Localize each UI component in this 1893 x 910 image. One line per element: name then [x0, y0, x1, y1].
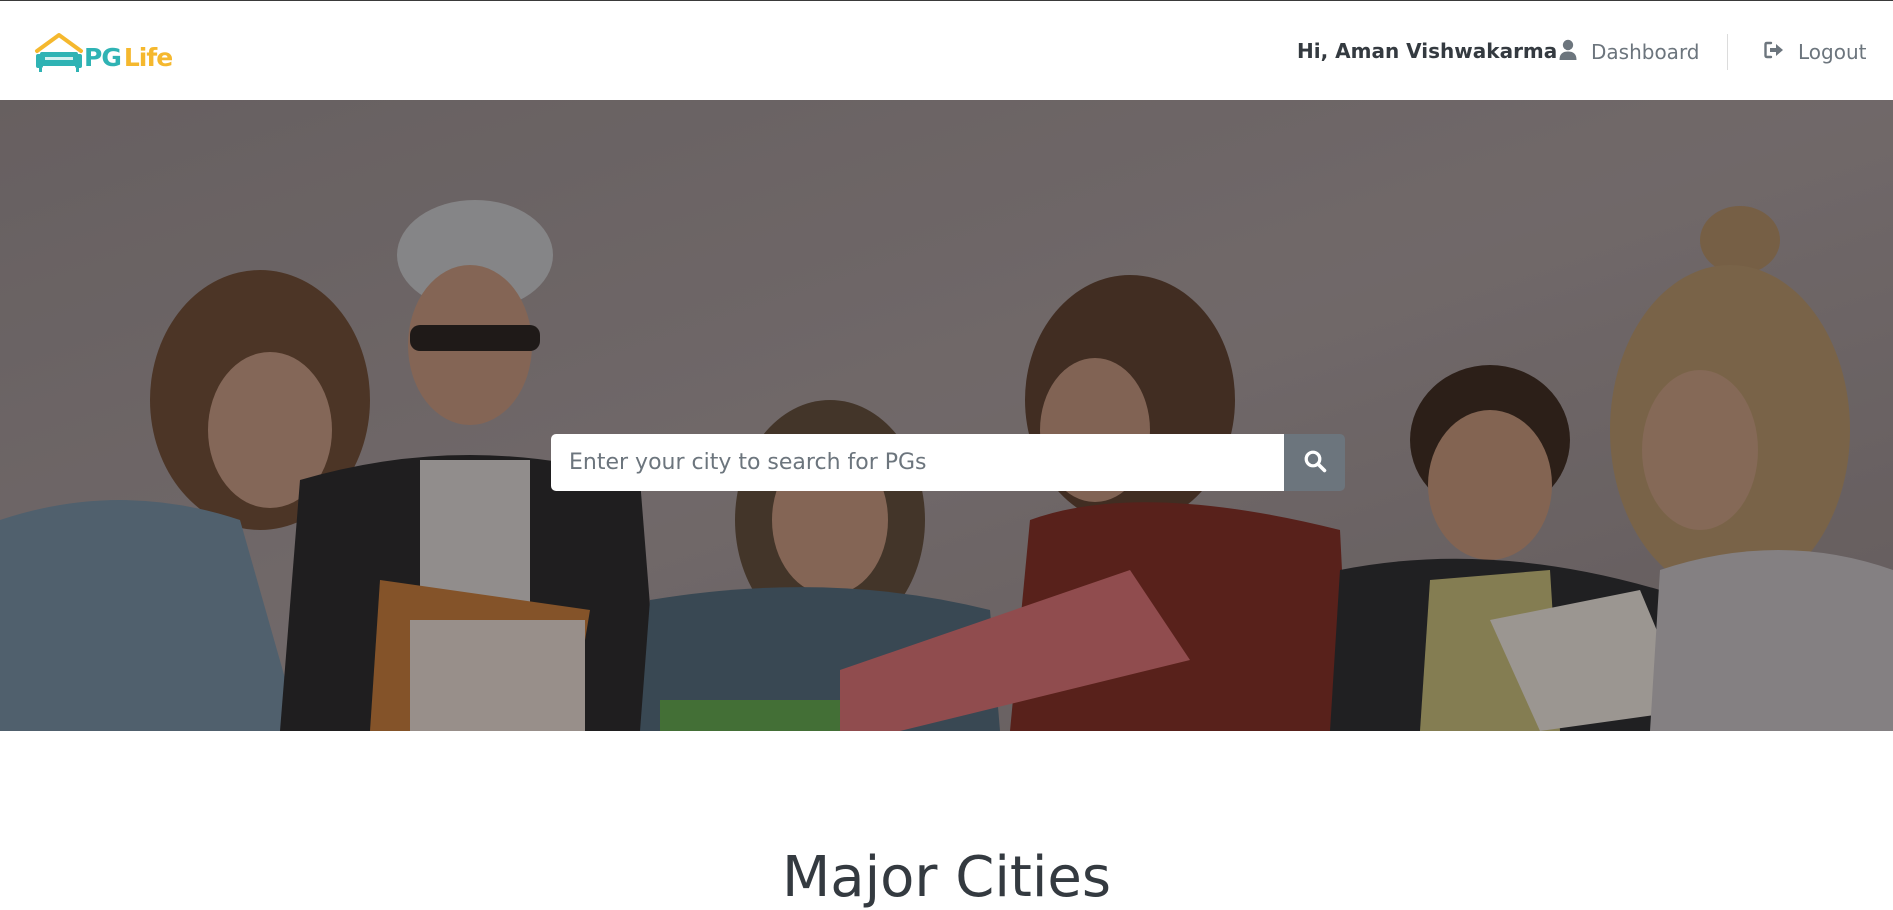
city-search-form [551, 434, 1345, 491]
house-sofa-logo-icon [35, 33, 83, 72]
sign-out-icon [1764, 40, 1784, 64]
brand-wordmark: PG Life [84, 43, 173, 72]
logout-link[interactable]: Logout [1764, 39, 1866, 65]
brand-logo[interactable]: PG Life [34, 32, 176, 76]
user-greeting: Hi, Aman Vishwakarma [1297, 39, 1558, 63]
major-cities-title: Major Cities [781, 845, 1112, 910]
dashboard-label: Dashboard [1591, 40, 1700, 64]
logout-label: Logout [1798, 40, 1867, 64]
nav-divider [1727, 34, 1728, 70]
search-button[interactable] [1284, 434, 1345, 491]
navbar: PG Life Hi, Aman Vishwakarma Dashboard Lo… [0, 1, 1893, 100]
search-icon [1303, 449, 1327, 476]
city-search-input[interactable] [551, 434, 1284, 491]
brand-name-pg: PG [84, 43, 122, 72]
dashboard-link[interactable]: Dashboard [1559, 39, 1700, 65]
students-background-image [0, 100, 1893, 731]
user-icon [1559, 39, 1577, 66]
hero-banner: Happiness per Square Foot [0, 100, 1893, 731]
brand-name-life: Life [123, 43, 173, 72]
